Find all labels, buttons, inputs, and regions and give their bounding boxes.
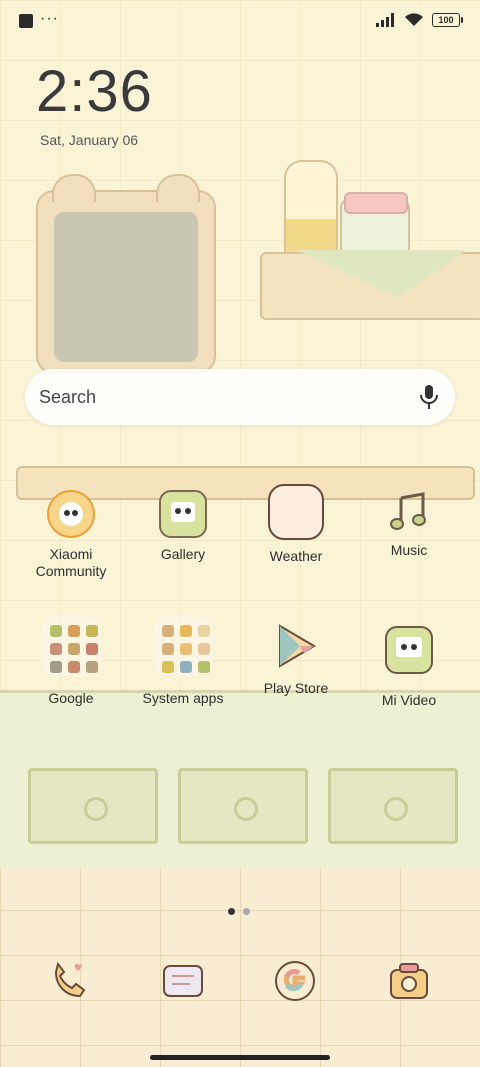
wallpaper-frame (36, 174, 216, 374)
app-music[interactable]: Music (353, 490, 465, 559)
app-google-folder[interactable]: Google (15, 616, 127, 707)
wallpaper-drawer (28, 768, 158, 844)
signal-icon (376, 12, 394, 27)
wallpaper-drawer (178, 768, 308, 844)
app-xiaomi-community[interactable]: Xiaomi Community (15, 490, 127, 580)
frame-ear (52, 174, 96, 202)
clock-date[interactable]: Sat, January 06 (40, 132, 138, 148)
play-store-icon (274, 622, 318, 668)
app-play-store[interactable]: Play Store (240, 622, 352, 697)
wallpaper-drawer (328, 768, 458, 844)
frame-ear (156, 174, 200, 202)
app-label: Google (48, 690, 94, 706)
notification-icon (19, 14, 33, 28)
battery-icon: 100 (432, 12, 463, 27)
search-bar[interactable]: Search (25, 369, 455, 425)
wallpaper-jar-lid (344, 192, 408, 214)
messages-icon[interactable] (160, 958, 206, 1004)
app-label: Play Store (263, 680, 329, 696)
phone-icon[interactable] (48, 958, 94, 1004)
clock-time[interactable]: 2:36 (36, 58, 153, 125)
wallpaper-bottle (284, 160, 338, 256)
google-icon[interactable] (272, 958, 318, 1004)
xiaomi-community-icon (47, 490, 95, 538)
music-icon (387, 490, 431, 534)
page-indicator[interactable] (228, 908, 250, 915)
app-weather[interactable]: Weather (240, 484, 352, 565)
app-system-apps-folder[interactable]: System apps (127, 616, 239, 707)
app-mi-video[interactable]: Mi Video (353, 626, 465, 709)
frame-window (54, 212, 198, 362)
search-placeholder: Search (39, 387, 97, 407)
system-apps-folder-icon (153, 616, 213, 676)
app-label: Weather (269, 548, 323, 564)
page-dot-active (228, 908, 235, 915)
google-folder-icon (41, 616, 101, 676)
wifi-icon (405, 13, 423, 26)
mic-icon[interactable] (417, 384, 441, 410)
status-bar: ··· 100 (0, 0, 480, 40)
app-label: Music (390, 542, 428, 558)
app-label: Gallery (160, 546, 206, 562)
weather-icon (268, 484, 324, 540)
mi-video-icon (385, 626, 433, 674)
more-notifications-icon: ··· (40, 10, 59, 27)
app-label: System apps (142, 690, 224, 706)
gallery-icon (159, 490, 207, 538)
app-gallery[interactable]: Gallery (127, 490, 239, 563)
camera-icon[interactable] (386, 958, 432, 1004)
app-label: Mi Video (381, 692, 437, 708)
home-indicator[interactable] (150, 1055, 330, 1060)
page-dot (243, 908, 250, 915)
app-label: Xiaomi Community (35, 546, 107, 579)
